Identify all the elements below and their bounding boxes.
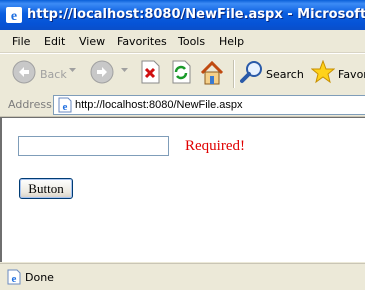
address-bar: Address e http://localhost:8080/NewFile.… <box>0 94 365 117</box>
stop-icon[interactable] <box>139 60 161 84</box>
back-dropdown-icon[interactable] <box>69 68 76 74</box>
search-button-label[interactable]: Search <box>266 68 304 81</box>
address-field[interactable]: e http://localhost:8080/NewFile.aspx <box>53 95 365 115</box>
menu-bar: File Edit View Favorites Tools Help <box>0 30 365 53</box>
page-content: Required! Button <box>0 117 365 262</box>
required-validator-message: Required! <box>185 138 245 154</box>
page-icon: e <box>58 97 72 113</box>
text-input[interactable] <box>18 136 169 156</box>
standard-toolbar: Back Search Favorites <box>0 53 365 95</box>
refresh-icon[interactable] <box>170 60 192 84</box>
menu-tools[interactable]: Tools <box>178 35 205 48</box>
back-arrow-icon[interactable] <box>12 60 36 84</box>
forward-arrow-icon[interactable] <box>90 60 114 84</box>
search-icon[interactable] <box>240 60 264 84</box>
favorites-star-icon[interactable] <box>311 60 335 84</box>
svg-text:e: e <box>63 101 68 113</box>
svg-text:e: e <box>12 273 17 285</box>
window-title: http://localhost:8080/NewFile.aspx - Mic… <box>27 7 365 22</box>
svg-text:e: e <box>11 9 17 24</box>
favorites-button-label[interactable]: Favorites <box>338 68 365 81</box>
address-url[interactable]: http://localhost:8080/NewFile.aspx <box>75 99 243 111</box>
menu-view[interactable]: View <box>79 35 105 48</box>
menu-help[interactable]: Help <box>219 35 244 48</box>
window-title-bar[interactable]: e http://localhost:8080/NewFile.aspx - M… <box>0 0 365 30</box>
submit-button[interactable]: Button <box>19 178 73 199</box>
forward-dropdown-icon[interactable] <box>121 68 128 74</box>
status-text: Done <box>25 271 54 284</box>
status-bar: e Done <box>0 263 365 290</box>
menu-edit[interactable]: Edit <box>44 35 65 48</box>
back-button-label[interactable]: Back <box>40 68 67 81</box>
menu-file[interactable]: File <box>12 35 30 48</box>
address-label: Address <box>8 98 52 111</box>
internet-explorer-icon: e <box>6 7 22 24</box>
toolbar-separator <box>233 60 235 88</box>
home-icon[interactable] <box>199 60 225 86</box>
menu-favorites[interactable]: Favorites <box>117 35 167 48</box>
done-page-icon: e <box>7 269 21 285</box>
